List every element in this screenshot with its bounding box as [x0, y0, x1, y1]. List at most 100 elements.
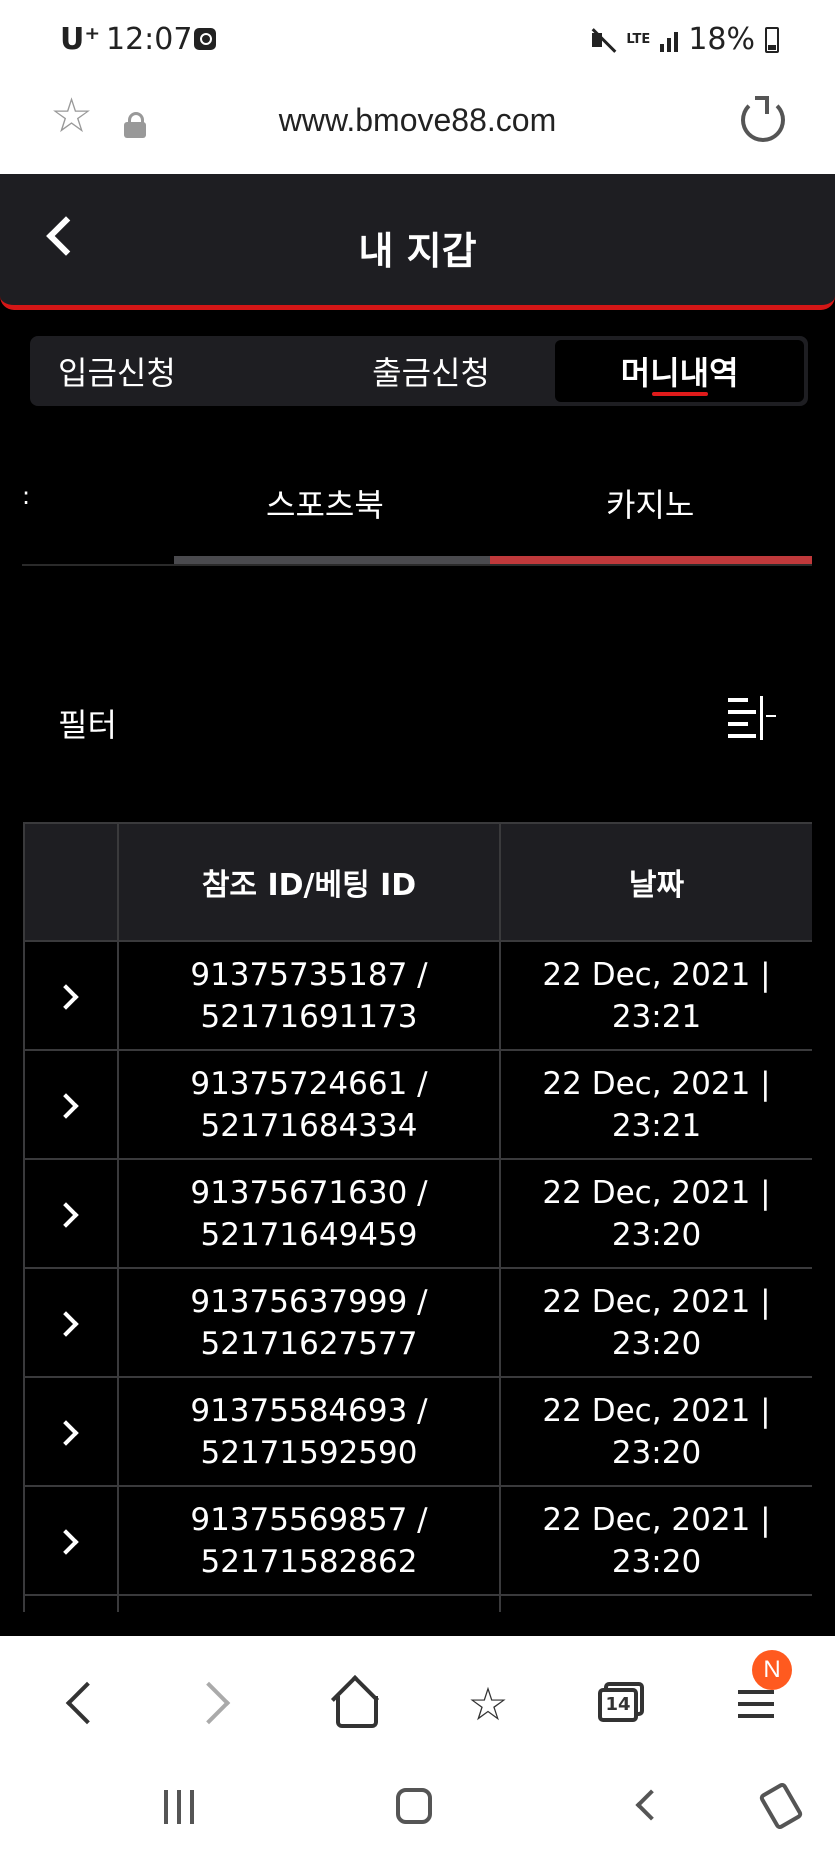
time-text: 23:21 — [611, 1107, 702, 1144]
ref-id: 91375671630 / — [190, 1174, 428, 1211]
bet-id: 52171582862 — [200, 1543, 418, 1580]
table-row[interactable]: 91375735187 /52171691173 22 Dec, 2021 | 2… — [23, 940, 812, 1051]
browser-forward-icon[interactable] — [186, 1674, 246, 1734]
subtab-baseline — [22, 564, 812, 566]
signal-icon — [660, 28, 679, 52]
date-text: 22 Dec, 2021 | — [542, 1174, 771, 1211]
active-tab-indicator — [651, 392, 708, 396]
chevron-right-icon[interactable] — [53, 1419, 79, 1446]
date-text: 22 Dec, 2021 | — [542, 1065, 771, 1102]
table-row[interactable] — [23, 1594, 812, 1612]
tabs-icon[interactable]: 14 — [590, 1674, 650, 1734]
system-nav-bar — [0, 1766, 835, 1856]
expand-cell[interactable] — [23, 1485, 119, 1596]
clock: 12:07 — [106, 22, 193, 57]
rotate-screen-icon[interactable] — [758, 1781, 804, 1831]
expand-cell[interactable] — [23, 1594, 119, 1612]
header-date: 날짜 — [499, 822, 812, 942]
subtab-more[interactable]: : — [22, 482, 30, 510]
expand-cell[interactable] — [23, 1267, 119, 1378]
time-text: 23:20 — [611, 1325, 702, 1362]
time-text: 23:20 — [611, 1434, 702, 1471]
expand-cell[interactable] — [23, 1049, 119, 1160]
subtab-active-indicator — [490, 556, 812, 564]
table-row[interactable]: 91375584693 /52171592590 22 Dec, 2021 | 2… — [23, 1376, 812, 1487]
reference-cell — [117, 1594, 501, 1612]
ref-id: 91375735187 / — [190, 956, 428, 993]
wallet-tabs: 입금신청 출금신청 머니내역 — [30, 336, 808, 406]
table-row[interactable]: 91375637999 /52171627577 22 Dec, 2021 | 2… — [23, 1267, 812, 1378]
reference-cell: 91375569857 / 52171582862 — [117, 1485, 501, 1596]
reference-cell: 91375735187 / 52171691173 — [117, 940, 501, 1051]
time-text: 23:20 — [611, 1216, 702, 1253]
chevron-right-icon[interactable] — [53, 1310, 79, 1337]
page-header: 내 지갑 — [0, 174, 835, 310]
time-text: 23:21 — [611, 998, 702, 1035]
history-table-container[interactable]: 참조 ID/베팅 ID 날짜 91375735187 /52171691173 … — [23, 822, 812, 1612]
page-title: 내 지갑 — [358, 229, 477, 273]
ref-id: 91375569857 / — [190, 1501, 428, 1538]
date-text: 22 Dec, 2021 | — [542, 1392, 771, 1429]
date-cell: 22 Dec, 2021 | 23:20 — [499, 1267, 812, 1378]
tab-deposit[interactable]: 입금신청 — [34, 340, 307, 402]
table-row[interactable]: 91375569857 /52171582862 22 Dec, 2021 | 2… — [23, 1485, 812, 1596]
date-cell: 22 Dec, 2021 | 23:21 — [499, 1049, 812, 1160]
bet-id: 52171684334 — [200, 1107, 418, 1144]
date-cell: 22 Dec, 2021 | 23:20 — [499, 1158, 812, 1269]
subtab-casino[interactable]: 카지노 — [606, 480, 694, 526]
recent-apps-icon[interactable] — [162, 1790, 198, 1824]
date-text: 22 Dec, 2021 | — [542, 1501, 771, 1538]
tab-money-history[interactable]: 머니내역 — [555, 340, 805, 402]
browser-back-icon[interactable] — [52, 1674, 112, 1734]
history-table: 참조 ID/베팅 ID 날짜 91375735187 /52171691173 … — [23, 822, 812, 1612]
bookmarks-star-icon[interactable]: ☆ — [458, 1674, 518, 1734]
chevron-right-icon[interactable] — [53, 1528, 79, 1555]
table-row[interactable]: 91375724661 /52171684334 22 Dec, 2021 | 2… — [23, 1049, 812, 1160]
status-icons: LTE 18% — [590, 22, 779, 57]
bet-id: 52171627577 — [200, 1325, 418, 1362]
reference-cell: 91375724661 / 52171684334 — [117, 1049, 501, 1160]
bet-id: 52171649459 — [200, 1216, 418, 1253]
bet-id: 52171691173 — [200, 998, 418, 1035]
url-text[interactable]: www.bmove88.com — [0, 102, 835, 139]
subtab-sportsbook[interactable]: 스포츠북 — [266, 480, 384, 526]
chevron-right-icon[interactable] — [53, 1201, 79, 1228]
table-row[interactable]: 91375671630 /52171649459 22 Dec, 2021 | 2… — [23, 1158, 812, 1269]
date-cell: 22 Dec, 2021 | 23:20 — [499, 1485, 812, 1596]
tab-label: 입금신청 — [58, 354, 176, 392]
network-type: LTE — [626, 32, 651, 47]
filter-toggle-icon[interactable] — [728, 696, 776, 740]
reference-cell: 91375671630 / 52171649459 — [117, 1158, 501, 1269]
subtab-scroll-track — [174, 556, 490, 564]
browser-url-bar: ☆ www.bmove88.com — [0, 78, 835, 174]
expand-cell[interactable] — [23, 1158, 119, 1269]
reload-icon[interactable] — [741, 96, 785, 142]
time-text: 23:20 — [611, 1543, 702, 1580]
date-text: 22 Dec, 2021 | — [542, 1283, 771, 1320]
system-home-icon[interactable] — [396, 1788, 432, 1824]
header-reference-id: 참조 ID/베팅 ID — [117, 822, 501, 942]
system-back-icon[interactable] — [635, 1789, 667, 1821]
browser-home-icon[interactable] — [324, 1674, 384, 1734]
alarm-icon — [194, 28, 216, 50]
expand-cell[interactable] — [23, 940, 119, 1051]
battery-icon — [765, 26, 779, 53]
table-header-row: 참조 ID/베팅 ID 날짜 — [23, 822, 812, 942]
chevron-right-icon[interactable] — [53, 1092, 79, 1119]
expand-cell[interactable] — [23, 1376, 119, 1487]
date-cell — [499, 1594, 812, 1612]
ref-id: 91375637999 / — [190, 1283, 428, 1320]
category-tabs: : 스포츠북 카지노 — [22, 460, 812, 570]
tab-label: 머니내역 — [620, 354, 739, 392]
browser-bottom-nav: ☆ 14 — [0, 1636, 835, 1766]
notification-badge: N — [752, 1650, 792, 1690]
reference-cell: 91375637999 / 52171627577 — [117, 1267, 501, 1378]
chevron-right-icon[interactable] — [53, 983, 79, 1010]
tab-label: 출금신청 — [372, 354, 490, 392]
ref-id: 91375584693 / — [190, 1392, 428, 1429]
header-expand — [23, 822, 119, 942]
filter-label: 필터 — [58, 706, 117, 744]
battery-percent: 18% — [688, 22, 755, 57]
reference-cell: 91375584693 / 52171592590 — [117, 1376, 501, 1487]
tab-withdraw[interactable]: 출금신청 — [307, 340, 556, 402]
